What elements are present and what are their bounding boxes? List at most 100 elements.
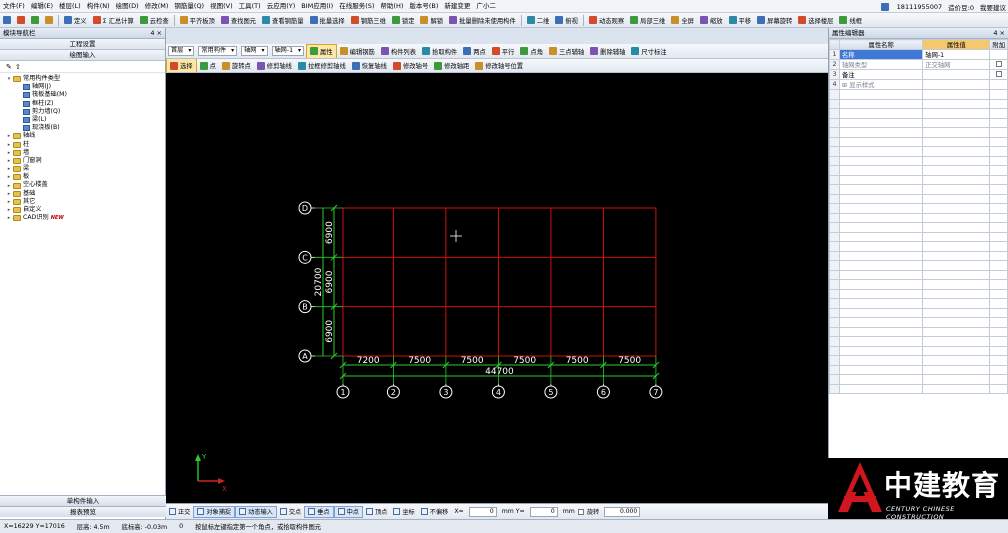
tree-collapse-icon[interactable]: ⇧ — [15, 63, 21, 71]
menu-item-4[interactable]: 绘图(D) — [113, 0, 142, 12]
snap-6[interactable]: 顶点 — [363, 506, 390, 518]
menu-item-14[interactable]: 新建变更 — [441, 0, 473, 12]
property-value[interactable]: 正交轴网 — [922, 59, 991, 70]
grid-tool-4[interactable]: 拉框修剪轴线 — [295, 59, 349, 72]
suggestion-link[interactable]: 我要建议 — [980, 2, 1006, 12]
tree-node-4[interactable]: 剪力墙(Q) — [0, 108, 165, 116]
category-select[interactable]: 轴网 — [241, 46, 268, 56]
menu-item-5[interactable]: 修改(M) — [142, 0, 172, 12]
property-add-checkbox[interactable] — [995, 60, 1002, 67]
tree-node-2[interactable]: 筏板基础(M) — [0, 91, 165, 99]
expand-icon[interactable]: ▸ — [6, 158, 12, 164]
panel-pin-close-icon[interactable]: 4 × — [150, 28, 162, 39]
collapse-icon[interactable]: ▾ — [6, 76, 12, 82]
tree-node-14[interactable]: ▸ 基础 — [0, 190, 165, 198]
component-tool-1[interactable]: 编辑钢筋 — [337, 44, 378, 58]
property-row-2[interactable]: 3 备注 — [829, 69, 1008, 80]
menu-item-7[interactable]: 视图(V) — [207, 0, 236, 12]
type-select[interactable]: 常用构件 — [198, 46, 238, 56]
expand-icon[interactable]: ▸ — [6, 142, 12, 148]
toolbar-btn-12[interactable]: 俯视 — [552, 13, 581, 27]
property-value[interactable] — [922, 79, 991, 90]
tree-node-16[interactable]: ▸ 自定义 — [0, 206, 165, 214]
single-component-input-button[interactable]: 单构件输入 — [0, 495, 166, 506]
drawing-canvas[interactable]: 7200 7500 7500 7500 7500 7500 44700 6900 6900 690… — [166, 73, 828, 503]
toolbar-btn-17[interactable]: 平移 — [726, 13, 755, 27]
user-phone[interactable]: 18111955007 — [897, 3, 943, 11]
toolbar-btn-7[interactable]: 钢筋三维 — [348, 13, 389, 27]
property-pin-close-icon[interactable]: 4 × — [993, 28, 1005, 39]
property-row-0[interactable]: 1 名称 轴网-1 — [829, 49, 1008, 60]
toolbar-btn-6[interactable]: 批量选择 — [307, 13, 348, 27]
property-value[interactable] — [922, 69, 991, 80]
toolbar-btn-16[interactable]: 缩放 — [697, 13, 726, 27]
toolbar-btn-14[interactable]: 局部三维 — [627, 13, 668, 27]
rotate-input[interactable]: 0.000 — [604, 506, 641, 517]
report-preview-button[interactable]: 报表预览 — [0, 506, 166, 517]
property-row-1[interactable]: 2 轴网类型 正交轴网 — [829, 59, 1008, 70]
expand-icon[interactable]: ▸ — [6, 174, 12, 180]
expand-icon[interactable]: ▸ — [6, 207, 12, 213]
snap-4[interactable]: 垂点 — [304, 505, 334, 518]
grid-tool-1[interactable]: 点 — [197, 59, 219, 72]
grid-tool-7[interactable]: 修改轴距 — [431, 59, 472, 72]
menu-item-6[interactable]: 钢筋量(Q) — [171, 0, 207, 12]
menu-item-3[interactable]: 构件(N) — [84, 0, 113, 12]
new-button[interactable] — [0, 13, 14, 27]
snap-8[interactable]: 不偏移 — [418, 506, 452, 518]
menu-item-13[interactable]: 版本号(B) — [406, 0, 441, 12]
component-tool-6[interactable]: 点角 — [517, 44, 546, 58]
tree-node-8[interactable]: ▸ 柱 — [0, 141, 165, 149]
component-tool-9[interactable]: 尺寸标注 — [628, 44, 669, 58]
tree-node-17[interactable]: ▸ CAD识别 NEW — [0, 214, 165, 222]
component-tool-7[interactable]: 三点辅轴 — [546, 44, 587, 58]
menu-item-12[interactable]: 帮助(H) — [377, 0, 406, 12]
snap-5[interactable]: 中点 — [333, 505, 363, 518]
snap-2[interactable]: 动态输入 — [235, 505, 277, 518]
tree-node-5[interactable]: 梁(L) — [0, 116, 165, 124]
snap-1[interactable]: 对象捕捉 — [193, 505, 236, 518]
toolbar-btn-15[interactable]: 全屏 — [668, 13, 697, 27]
toolbar-btn-9[interactable]: 解锁 — [417, 13, 446, 27]
component-tool-4[interactable]: 两点 — [460, 44, 489, 58]
tree-node-10[interactable]: ▸ 门窗洞 — [0, 157, 165, 165]
tree-node-1[interactable]: 轴网(J) — [0, 83, 165, 91]
component-select[interactable]: 轴网-1 — [271, 46, 305, 56]
grid-tool-5[interactable]: 恢复轴线 — [349, 59, 390, 72]
menu-item-9[interactable]: 云应用(Y) — [264, 0, 299, 12]
project-settings-button[interactable]: 工程设置 — [0, 39, 165, 50]
expand-icon[interactable]: ▸ — [6, 215, 12, 221]
snap-0[interactable]: 正交 — [166, 506, 193, 518]
property-value[interactable]: 轴网-1 — [922, 49, 991, 60]
undo-button[interactable] — [28, 13, 42, 27]
tree-node-7[interactable]: ▸ 轴线 — [0, 132, 165, 140]
tree-node-9[interactable]: ▸ 墙 — [0, 149, 165, 157]
menu-item-15[interactable]: 广小二 — [473, 0, 499, 12]
menu-item-2[interactable]: 楼层(L) — [56, 0, 84, 12]
floor-select[interactable]: 首层 — [168, 46, 195, 56]
toolbar-btn-10[interactable]: 批量删除未使用构件 — [446, 13, 519, 27]
component-tool-8[interactable]: 删除辅轴 — [587, 44, 628, 58]
toolbar-btn-13[interactable]: 动态观察 — [586, 13, 627, 27]
menu-item-0[interactable]: 文件(F) — [0, 0, 28, 12]
toolbar-btn-8[interactable]: 锁定 — [389, 13, 418, 27]
toolbar-btn-1[interactable]: Σ 汇总计算 — [90, 13, 137, 27]
grid-tool-6[interactable]: 修改轴号 — [390, 59, 431, 72]
expand-icon[interactable]: ▸ — [6, 166, 12, 172]
y-offset-input[interactable]: 0 — [529, 506, 558, 517]
property-add-checkbox[interactable] — [995, 70, 1002, 77]
toolbar-btn-2[interactable]: 云检查 — [137, 13, 172, 27]
toolbar-btn-3[interactable]: 平齐板顶 — [177, 13, 218, 27]
toolbar-btn-20[interactable]: 线框 — [836, 13, 865, 27]
toolbar-btn-11[interactable]: 二维 — [524, 13, 553, 27]
toolbar-btn-18[interactable]: 屏幕旋转 — [754, 13, 795, 27]
expand-icon[interactable]: ▸ — [6, 199, 12, 205]
x-offset-input[interactable]: 0 — [468, 506, 497, 517]
expand-icon[interactable]: ▸ — [6, 133, 12, 139]
tree-node-0[interactable]: ▾ 常用构件类型 — [0, 75, 165, 83]
drawing-input-button[interactable]: 绘图输入 — [0, 50, 165, 61]
tree-node-3[interactable]: 框柱(Z) — [0, 100, 165, 108]
component-tool-0[interactable]: 属性 — [306, 44, 337, 58]
property-row-3[interactable]: 4 ⊞ 显示样式 — [829, 79, 1008, 90]
grid-tool-3[interactable]: 修剪轴线 — [254, 59, 295, 72]
